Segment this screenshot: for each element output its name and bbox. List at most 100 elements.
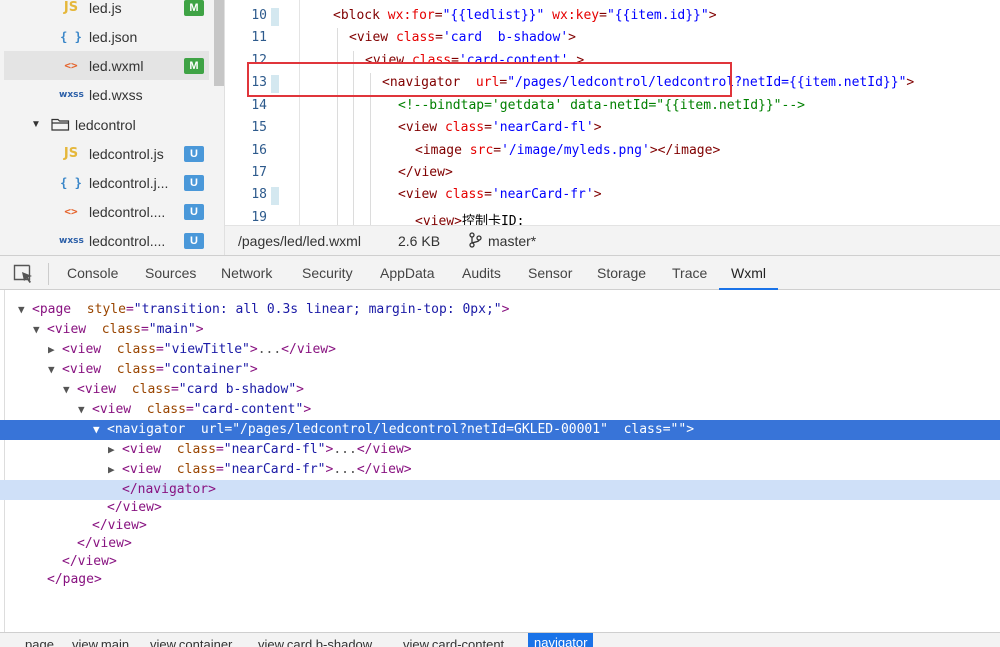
dom-node-row[interactable]: ▼ <page style="transition: all 0.3s linea… — [0, 300, 1000, 320]
chevron-down-icon[interactable]: ▼ — [33, 320, 47, 340]
chevron-right-icon[interactable]: ▶ — [108, 460, 122, 480]
tab-wxml[interactable]: Wxml — [719, 256, 778, 290]
dom-token: "card-content" — [193, 402, 304, 417]
dom-node-row[interactable]: </view> — [0, 516, 1000, 536]
code-line[interactable]: 11 <view class='card b-shadow'> — [225, 28, 1000, 50]
code-line[interactable]: 18 <view class='nearCard-fr'> — [225, 185, 1000, 207]
tab-sources[interactable]: Sources — [145, 256, 196, 290]
dom-token: <view — [122, 462, 169, 477]
chevron-down-icon[interactable]: ▼ — [31, 119, 41, 130]
wxml-file-icon: <> — [64, 205, 78, 218]
code-token: = — [484, 120, 492, 135]
file-item[interactable]: wxss led.wxss — [4, 80, 209, 109]
git-status-badge: U — [184, 145, 204, 162]
chevron-down-icon[interactable]: ▼ — [18, 300, 32, 320]
inspect-element-icon[interactable] — [13, 264, 35, 284]
tab-trace[interactable]: Trace — [672, 256, 707, 290]
dom-token: = — [125, 302, 134, 317]
dom-token: class — [123, 382, 171, 397]
code-token: "{{item.id}}" — [606, 8, 709, 23]
chevron-down-icon[interactable]: ▼ — [93, 420, 107, 440]
dom-node-row[interactable]: ▶ <view class="viewTitle">...</view> — [0, 340, 1000, 360]
tab-network[interactable]: Network — [221, 256, 272, 290]
dom-token: "card b-shadow" — [178, 382, 297, 397]
code-editor[interactable]: 10 <block wx:for="{{ledlist}}" wx:key="{{… — [225, 0, 1000, 225]
git-status-badge: U — [184, 174, 204, 191]
breadcrumb-item[interactable]: view.card.b-shadow — [258, 635, 372, 647]
breadcrumb-item[interactable]: navigator — [528, 633, 594, 647]
dom-node-row[interactable]: ▶ <view class="nearCard-fr">...</view> — [0, 460, 1000, 480]
breadcrumb-item[interactable]: view.main — [72, 635, 129, 647]
file-path: /pages/led/led.wxml — [238, 232, 361, 249]
dom-node-row[interactable]: ▶ <view class="nearCard-fl">...</view> — [0, 440, 1000, 460]
wxml-dom-tree[interactable]: ▼ <page style="transition: all 0.3s linea… — [0, 290, 1000, 632]
code-line[interactable]: 15 <view class='nearCard-fl'> — [225, 118, 1000, 140]
breadcrumb-item[interactable]: page — [25, 635, 54, 647]
dom-node-row[interactable]: </view> — [0, 552, 1000, 572]
dom-token: <view — [47, 322, 94, 337]
dom-node-row[interactable]: </navigator> — [0, 480, 1000, 500]
dom-node-row[interactable]: </view> — [0, 534, 1000, 554]
code-token: > — [568, 30, 576, 45]
file-item[interactable]: <> ledcontrol.... U — [4, 197, 209, 226]
git-branch-name[interactable]: master* — [488, 233, 536, 249]
dom-token: "viewTitle" — [163, 342, 250, 357]
tab-sensor[interactable]: Sensor — [528, 256, 572, 290]
file-item[interactable]: wxss ledcontrol.... U — [4, 226, 209, 255]
wxml-file-icon: <> — [64, 59, 78, 72]
breadcrumb-item[interactable]: view.card-content — [403, 635, 504, 647]
dom-token: </view> — [356, 462, 412, 477]
code-token: <view> — [415, 214, 462, 225]
dom-token: = — [215, 442, 224, 457]
code-token: > — [708, 8, 717, 23]
file-item[interactable]: { } led.json — [4, 22, 209, 51]
dom-token: > — [249, 362, 258, 377]
dom-node-row[interactable]: ▼ <view class="card b-shadow"> — [0, 380, 1000, 400]
tab-appdata[interactable]: AppData — [380, 256, 434, 290]
code-token: <view — [398, 187, 445, 202]
chevron-right-icon[interactable]: ▶ — [48, 340, 62, 360]
git-status-badge: U — [184, 203, 204, 220]
file-item[interactable]: JS led.js M — [4, 0, 209, 22]
dom-token: class — [168, 442, 216, 457]
code-token: > — [593, 120, 602, 135]
file-item[interactable]: { } ledcontrol.j... U — [4, 168, 209, 197]
tab-console[interactable]: Console — [67, 256, 118, 290]
file-name-label: ledcontrol — [75, 116, 136, 133]
dom-token: = — [140, 322, 149, 337]
breadcrumb-item[interactable]: view.container — [150, 635, 232, 647]
chevron-down-icon[interactable]: ▼ — [48, 360, 62, 380]
dom-node-row[interactable]: </page> — [0, 570, 1000, 590]
code-line[interactable]: 19 <view>控制卡ID: — [225, 208, 1000, 225]
line-number: 16 — [251, 143, 267, 158]
folder-open-icon — [51, 118, 70, 131]
dom-token: ... — [257, 342, 282, 357]
code-token: = — [435, 30, 443, 45]
dom-node-row[interactable]: ▼ <view class="card-content"> — [0, 400, 1000, 420]
dom-token: class — [108, 362, 156, 377]
chevron-down-icon[interactable]: ▼ — [63, 380, 77, 400]
dom-node-row[interactable]: </view> — [0, 498, 1000, 518]
dom-node-row[interactable]: ▼ <view class="main"> — [0, 320, 1000, 340]
code-line[interactable]: 16 <image src='/image/myleds.png'></image… — [225, 141, 1000, 163]
chevron-right-icon[interactable]: ▶ — [108, 440, 122, 460]
code-text: </view> — [398, 165, 453, 180]
dom-node-row[interactable]: ▼ <navigator url = "/pages/ledcontrol/ledco… — [0, 420, 1000, 440]
code-line[interactable]: 17 </view> — [225, 163, 1000, 185]
code-text: <view class='nearCard-fr'> — [398, 187, 602, 202]
code-line[interactable]: 14 <!--bindtap='getdata' data-netId="{{it… — [225, 96, 1000, 118]
code-line[interactable]: 10 <block wx:for="{{ledlist}}" wx:key="{{… — [225, 6, 1000, 28]
file-item[interactable]: JS ledcontrol.js U — [4, 139, 209, 168]
tab-audits[interactable]: Audits — [462, 256, 501, 290]
chevron-down-icon[interactable]: ▼ — [78, 400, 92, 420]
file-explorer-scrollbar[interactable] — [214, 0, 224, 86]
file-item[interactable]: <> led.wxml M — [4, 51, 209, 80]
dom-token: class — [108, 342, 156, 357]
line-number: 10 — [251, 8, 267, 23]
tab-storage[interactable]: Storage — [597, 256, 646, 290]
folder-item[interactable]: ▼ ledcontrol — [4, 110, 209, 139]
annotation-highlight-box — [247, 62, 732, 97]
dom-token: "" — [670, 422, 687, 437]
dom-node-row[interactable]: ▼ <view class="container"> — [0, 360, 1000, 380]
tab-security[interactable]: Security — [302, 256, 353, 290]
